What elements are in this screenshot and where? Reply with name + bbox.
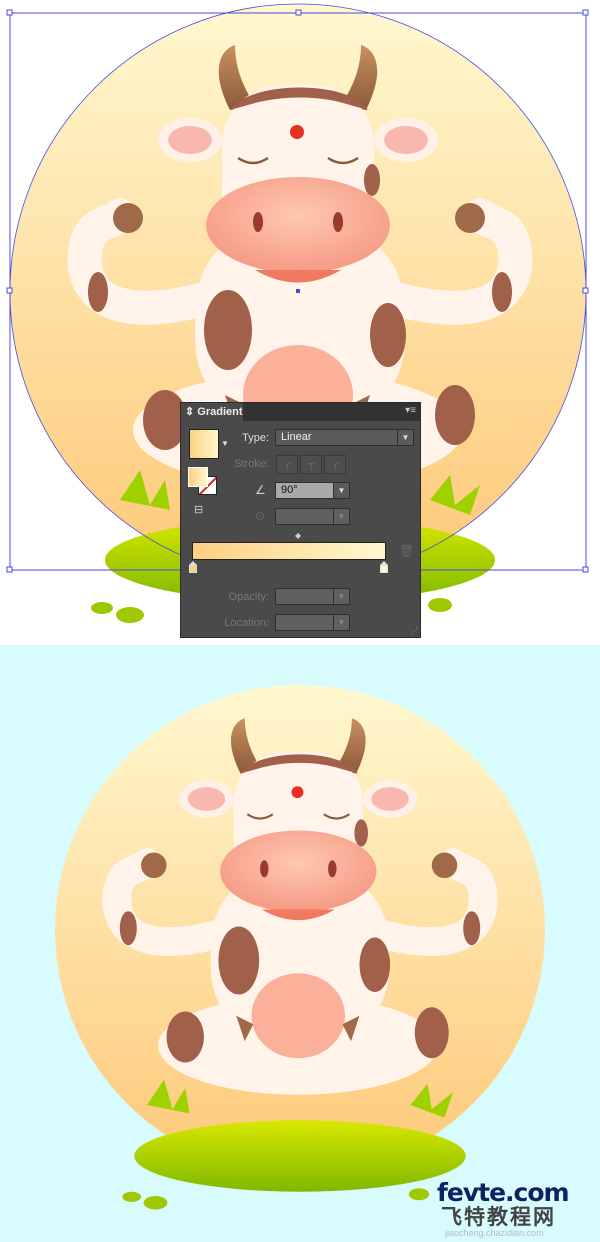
panel-tab-bar: ⇕ Gradient ▾≡ [181,403,420,421]
watermark-url: jiaocheng.chazidian.com [445,1228,544,1238]
chevron-down-icon: ▼ [333,509,349,524]
type-label: Type: [242,432,269,444]
gradient-stop-end[interactable] [380,561,388,573]
watermark-logo: fevte.com [437,1178,570,1207]
chevron-down-icon: ▼ [333,589,349,604]
tab-gradient[interactable]: ⇕ Gradient [181,403,243,421]
midpoint-slider[interactable]: ◆ [295,531,301,540]
type-value: Linear [281,431,312,443]
trash-icon[interactable]: 🗑 [399,544,414,558]
angle-field[interactable]: 90° ▼ [275,482,350,499]
angle-value: 90° [281,484,298,496]
watermark: fevte.com 飞特教程网 jiaocheng.chazidian.com [437,1178,570,1239]
stroke-within-button[interactable]: ┌ [276,455,298,474]
stroke-along-button[interactable]: ┬ [300,455,322,474]
gradient-panel: ⇕ Gradient ▾≡ ▼ ⊟ Type: Linear ▼ Stroke: … [180,402,421,638]
opacity-label: Opacity: [228,591,269,603]
opacity-field[interactable]: ▼ [275,588,350,605]
angle-icon: ∠ [255,483,266,497]
location-field[interactable]: ▼ [275,614,350,631]
panel-title: Gradient [197,406,243,418]
chevron-down-icon: ▼ [397,430,413,445]
resize-grip-icon[interactable]: ⋰ [410,627,418,636]
gradient-slider[interactable] [192,542,386,560]
aspect-ratio-icon: ⊙ [255,509,266,523]
aspect-ratio-field[interactable]: ▼ [275,508,350,525]
type-dropdown[interactable]: Linear ▼ [275,429,414,446]
location-label: Location: [224,617,269,629]
fill-swatch[interactable] [188,467,208,487]
panel-menu-icon[interactable]: ▾≡ [405,405,416,416]
swap-fill-stroke-icon[interactable]: ⊟ [194,503,203,516]
stroke-across-button[interactable]: ┌ [324,455,346,474]
watermark-chinese: 飞特教程网 [441,1205,556,1229]
chevron-down-icon: ▼ [333,483,349,498]
chevron-down-icon: ▼ [333,615,349,630]
gradient-stop-start[interactable] [189,561,197,573]
